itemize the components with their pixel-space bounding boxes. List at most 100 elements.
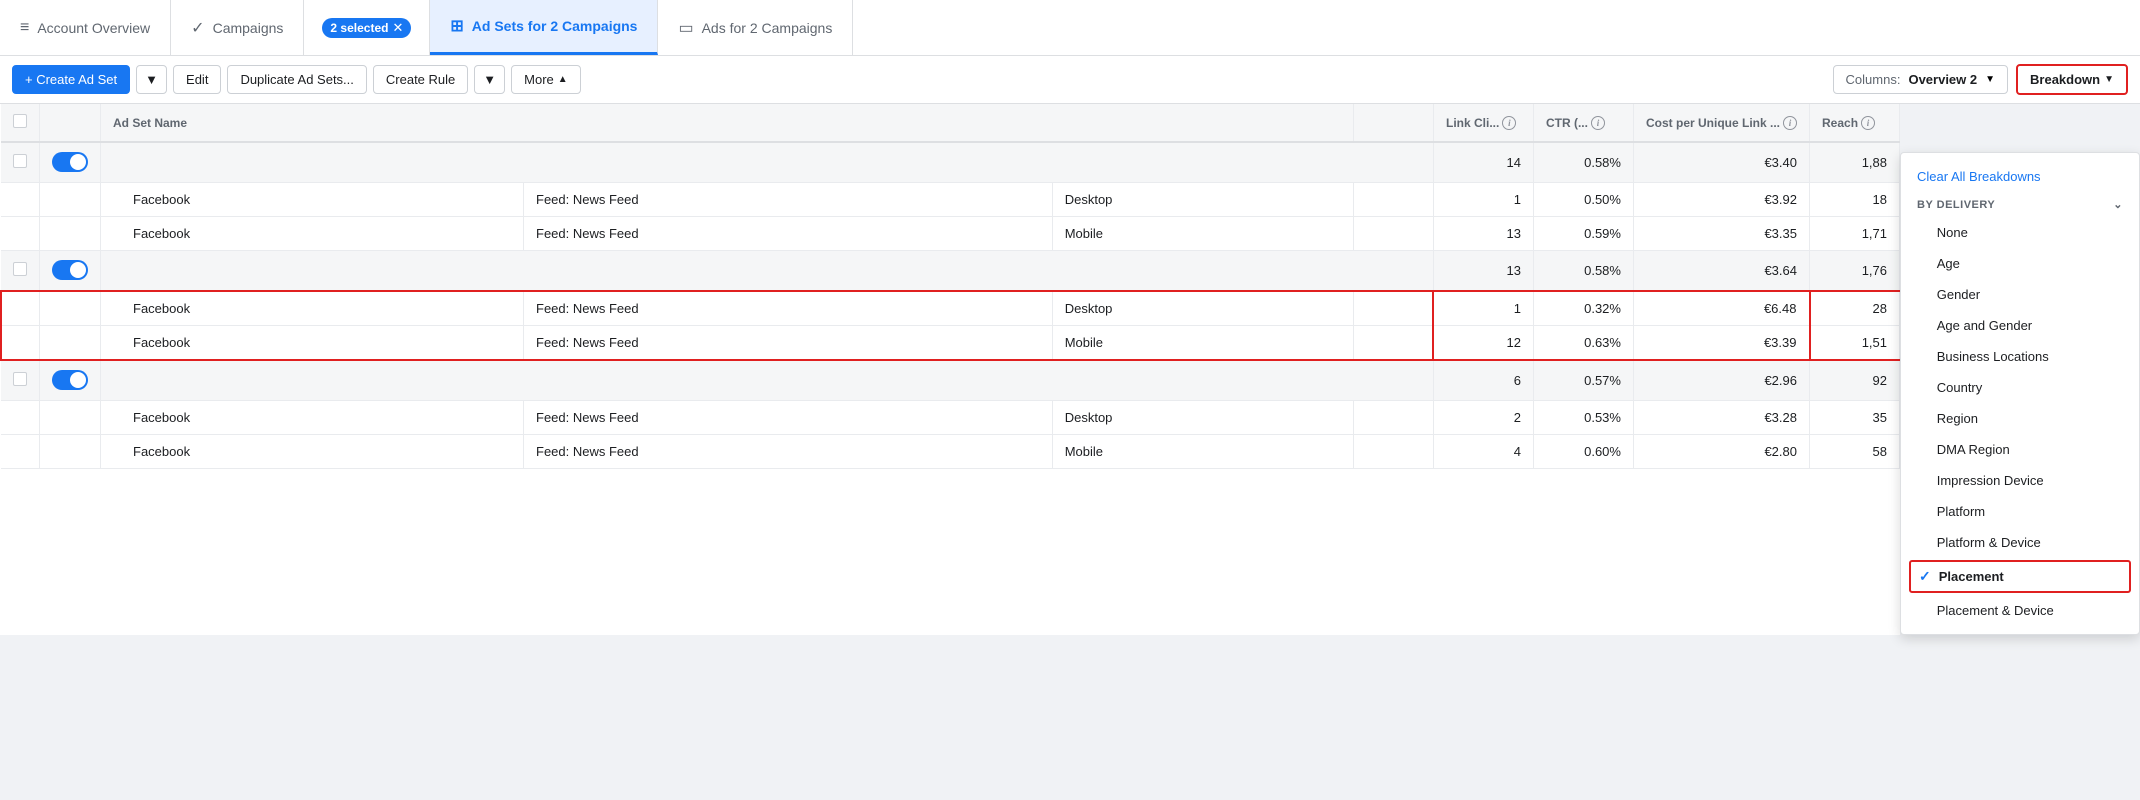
tab-adsets[interactable]: ⊞ Ad Sets for 2 Campaigns [430,0,658,55]
header-name: Ad Set Name [101,104,1354,142]
select-all-checkbox[interactable] [13,114,27,128]
clear-all-breakdowns[interactable]: Clear All Breakdowns [1901,161,2139,192]
row-cost-per: €6.48 [1633,291,1809,326]
row-checkbox[interactable] [13,262,27,276]
row-device: Desktop [1052,183,1353,217]
link-clicks-info-icon[interactable]: i [1502,116,1516,130]
row-checkbox[interactable] [13,154,27,168]
table-row: 14 0.58% €3.40 1,88 [1,142,1900,183]
by-delivery-chevron: ⌄ [2113,198,2123,211]
dropdown-item-label: None [1937,225,1968,240]
dropdown-item-none[interactable]: ✓ None [1901,217,2139,248]
dropdown-item-label: Region [1937,411,1978,426]
ctr-info-icon[interactable]: i [1591,116,1605,130]
table-row: Facebook Feed: News Feed Mobile 4 0.60% … [1,435,1900,469]
breakdown-button[interactable]: Breakdown ▼ [2016,64,2128,95]
dropdown-item-dma_region[interactable]: ✓ DMA Region [1901,434,2139,465]
row-placement: Feed: News Feed [524,435,1053,469]
adsets-icon: ⊞ [450,16,463,36]
row-toggle[interactable] [52,370,88,390]
reach-info-icon[interactable]: i [1861,116,1875,130]
create-adset-button[interactable]: + Create Ad Set [12,65,130,94]
edit-button[interactable]: Edit [173,65,221,94]
row-toggle[interactable] [52,260,88,280]
selected-close-icon[interactable]: ✕ [392,20,403,36]
row-placement: Feed: News Feed [524,217,1053,251]
row-toggle-cell [40,360,101,401]
duplicate-label: Duplicate Ad Sets... [240,72,353,87]
dropdown-item-label: Platform [1937,504,1985,519]
header-toggle [40,104,101,142]
dropdown-item-age_gender[interactable]: ✓ Age and Gender [1901,310,2139,341]
tab-ads[interactable]: ▭ Ads for 2 Campaigns [658,0,853,55]
tab-ads-label: Ads for 2 Campaigns [702,20,833,36]
tab-account-label: Account Overview [37,20,150,36]
create-caret-icon: ▼ [145,72,158,87]
row-placement: Feed: News Feed [524,401,1053,435]
rule-caret-icon: ▼ [483,72,496,87]
more-button[interactable]: More ▲ [511,65,581,94]
dropdown-item-platform_device[interactable]: ✓ Platform & Device [1901,527,2139,558]
row-reach: 1,71 [1810,217,1900,251]
table-row: Facebook Feed: News Feed Desktop 2 0.53%… [1,401,1900,435]
dropdown-item-impression_device[interactable]: ✓ Impression Device [1901,465,2139,496]
dropdown-item-business_loc[interactable]: ✓ Business Locations [1901,341,2139,372]
row-link-clicks: 1 [1433,291,1533,326]
row-ctr: 0.53% [1533,401,1633,435]
adsets-table: Ad Set Name Link Cli... i CTR (... i [0,104,1900,469]
row-link-clicks: 6 [1433,360,1533,401]
create-adset-caret-button[interactable]: ▼ [136,65,167,94]
row-toggle[interactable] [52,152,88,172]
row-check-cell [1,401,40,435]
row-cost-per: €2.80 [1633,435,1809,469]
header-check [1,104,40,142]
toolbar-right: Columns: Overview 2 ▼ Breakdown ▼ [1833,64,2128,95]
dropdown-item-country[interactable]: ✓ Country [1901,372,2139,403]
row-reach: 28 [1810,291,1900,326]
row-check-cell [1,183,40,217]
dropdown-item-placement_device[interactable]: ✓ Placement & Device [1901,595,2139,626]
tab-selected[interactable]: 2 selected ✕ [304,0,430,55]
selected-badge: 2 selected ✕ [322,18,411,38]
dropdown-item-region[interactable]: ✓ Region [1901,403,2139,434]
row-link-clicks: 13 [1433,217,1533,251]
tab-adsets-label: Ad Sets for 2 Campaigns [472,18,638,34]
row-name-cell [101,251,1434,292]
row-empty [1353,183,1433,217]
table-row: Facebook Feed: News Feed Desktop 1 0.32%… [1,291,1900,326]
row-checkbox[interactable] [13,372,27,386]
row-empty [1353,291,1433,326]
columns-button[interactable]: Columns: Overview 2 ▼ [1833,65,2008,94]
row-check-cell [1,326,40,361]
main-content: Ad Set Name Link Cli... i CTR (... i [0,104,2140,635]
dropdown-item-gender[interactable]: ✓ Gender [1901,279,2139,310]
row-empty [1353,326,1433,361]
tab-campaigns[interactable]: ✓ Campaigns [171,0,304,55]
row-cost-per: €2.96 [1633,360,1809,401]
row-ctr: 0.59% [1533,217,1633,251]
tab-account[interactable]: ≡ Account Overview [0,0,171,55]
dropdown-item-platform[interactable]: ✓ Platform [1901,496,2139,527]
cost-per-info-icon[interactable]: i [1783,116,1797,130]
tab-campaigns-label: Campaigns [213,20,284,36]
row-ctr: 0.32% [1533,291,1633,326]
dropdown-item-placement[interactable]: ✓ Placement [1909,560,2131,593]
breakdown-caret-icon: ▼ [2104,74,2114,85]
row-link-clicks: 14 [1433,142,1533,183]
duplicate-button[interactable]: Duplicate Ad Sets... [227,65,366,94]
row-platform: Facebook [101,435,524,469]
table-header-row: Ad Set Name Link Cli... i CTR (... i [1,104,1900,142]
table-row: Facebook Feed: News Feed Desktop 1 0.50%… [1,183,1900,217]
dropdown-item-age[interactable]: ✓ Age [1901,248,2139,279]
row-ctr: 0.58% [1533,251,1633,292]
dropdown-item-label: Age [1937,256,1960,271]
row-check-cell [1,291,40,326]
create-rule-caret-button[interactable]: ▼ [474,65,505,94]
row-check-cell [1,217,40,251]
create-rule-button[interactable]: Create Rule [373,65,468,94]
row-name-cell [101,142,1434,183]
row-placement: Feed: News Feed [524,183,1053,217]
row-link-clicks: 1 [1433,183,1533,217]
columns-label: Columns: [1846,72,1901,87]
dropdown-item-label: Country [1937,380,1983,395]
